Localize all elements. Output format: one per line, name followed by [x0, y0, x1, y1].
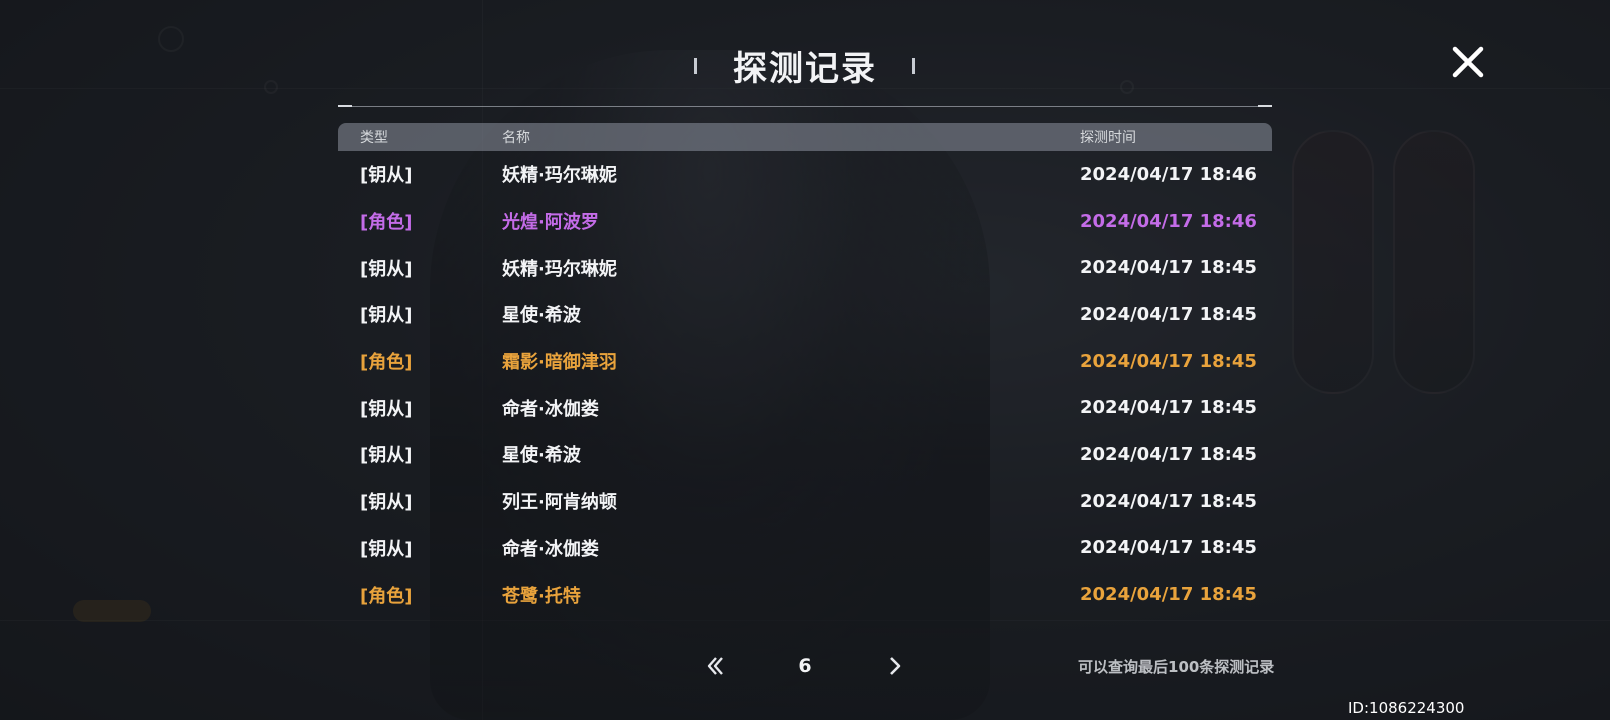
table-row: [钥从] 命者·冰伽娄 2024/04/17 18:45	[338, 525, 1272, 572]
record-limit-hint: 可以查询最后100条探测记录	[1078, 658, 1275, 676]
header-name: 名称	[502, 130, 530, 146]
header-time: 探测时间	[1080, 130, 1136, 146]
table-row: [角色] 霜影·暗御津羽 2024/04/17 18:45	[338, 338, 1272, 385]
row-time: 2024/04/17 18:45	[1080, 490, 1257, 512]
row-type: [钥从]	[360, 165, 413, 187]
header-divider	[338, 105, 1272, 107]
row-time: 2024/04/17 18:46	[1080, 210, 1257, 232]
modal-header: 探测记录	[0, 40, 1610, 90]
row-time: 2024/04/17 18:46	[1080, 163, 1257, 185]
row-name: 星使·希波	[502, 305, 581, 327]
table-row: [钥从] 列王·阿肯纳顿 2024/04/17 18:45	[338, 478, 1272, 525]
row-time: 2024/04/17 18:45	[1080, 537, 1257, 559]
row-type: [角色]	[360, 585, 413, 607]
table-header: 类型 名称 探测时间	[338, 123, 1272, 151]
row-name: 妖精·玛尔琳妮	[502, 165, 617, 187]
row-type: [钥从]	[360, 258, 413, 280]
row-time: 2024/04/17 18:45	[1080, 257, 1257, 279]
row-type: [角色]	[360, 212, 413, 234]
row-time: 2024/04/17 18:45	[1080, 350, 1257, 372]
row-name: 星使·希波	[502, 445, 581, 467]
user-id-label: ID:1086224300	[1348, 699, 1465, 717]
row-time: 2024/04/17 18:45	[1080, 443, 1257, 465]
row-name: 命者·冰伽娄	[502, 398, 599, 420]
row-name: 命者·冰伽娄	[502, 538, 599, 560]
row-name: 妖精·玛尔琳妮	[502, 258, 617, 280]
pagination: 6	[700, 648, 910, 684]
table-row: [钥从] 星使·希波 2024/04/17 18:45	[338, 431, 1272, 478]
prev-page-button[interactable]	[700, 651, 730, 681]
record-table: 类型 名称 探测时间 [钥从] 妖精·玛尔琳妮 2024/04/17 18:46…	[338, 123, 1272, 618]
next-page-button[interactable]	[880, 651, 910, 681]
close-button[interactable]	[1448, 42, 1488, 82]
table-row: [钥从] 妖精·玛尔琳妮 2024/04/17 18:45	[338, 244, 1272, 291]
row-type: [角色]	[360, 352, 413, 374]
row-name: 霜影·暗御津羽	[502, 352, 617, 374]
row-type: [钥从]	[360, 538, 413, 560]
row-type: [钥从]	[360, 305, 413, 327]
row-type: [钥从]	[360, 445, 413, 467]
title-right-mark	[912, 58, 915, 74]
row-type: [钥从]	[360, 492, 413, 514]
table-row: [钥从] 命者·冰伽娄 2024/04/17 18:45	[338, 384, 1272, 431]
row-time: 2024/04/17 18:45	[1080, 303, 1257, 325]
row-time: 2024/04/17 18:45	[1080, 584, 1257, 606]
close-icon	[1452, 46, 1484, 78]
row-type: [钥从]	[360, 398, 413, 420]
screen: 探测记录 类型 名称 探测时间 [钥从] 妖精·玛尔琳妮 2024/04/17 …	[0, 0, 1610, 720]
row-time: 2024/04/17 18:45	[1080, 397, 1257, 419]
current-page-number: 6	[798, 655, 812, 677]
row-name: 列王·阿肯纳顿	[502, 492, 617, 514]
table-row: [角色] 光煌·阿波罗 2024/04/17 18:46	[338, 198, 1272, 245]
chevron-left-icon	[707, 657, 723, 675]
header-type: 类型	[360, 130, 388, 146]
table-row: [钥从] 星使·希波 2024/04/17 18:45	[338, 291, 1272, 338]
row-name: 苍鹭·托特	[502, 585, 581, 607]
row-name: 光煌·阿波罗	[502, 212, 599, 234]
modal-title: 探测记录	[733, 48, 877, 89]
table-row: [钥从] 妖精·玛尔琳妮 2024/04/17 18:46	[338, 151, 1272, 198]
chevron-right-icon	[890, 657, 901, 675]
table-row: [角色] 苍鹭·托特 2024/04/17 18:45	[338, 571, 1272, 618]
